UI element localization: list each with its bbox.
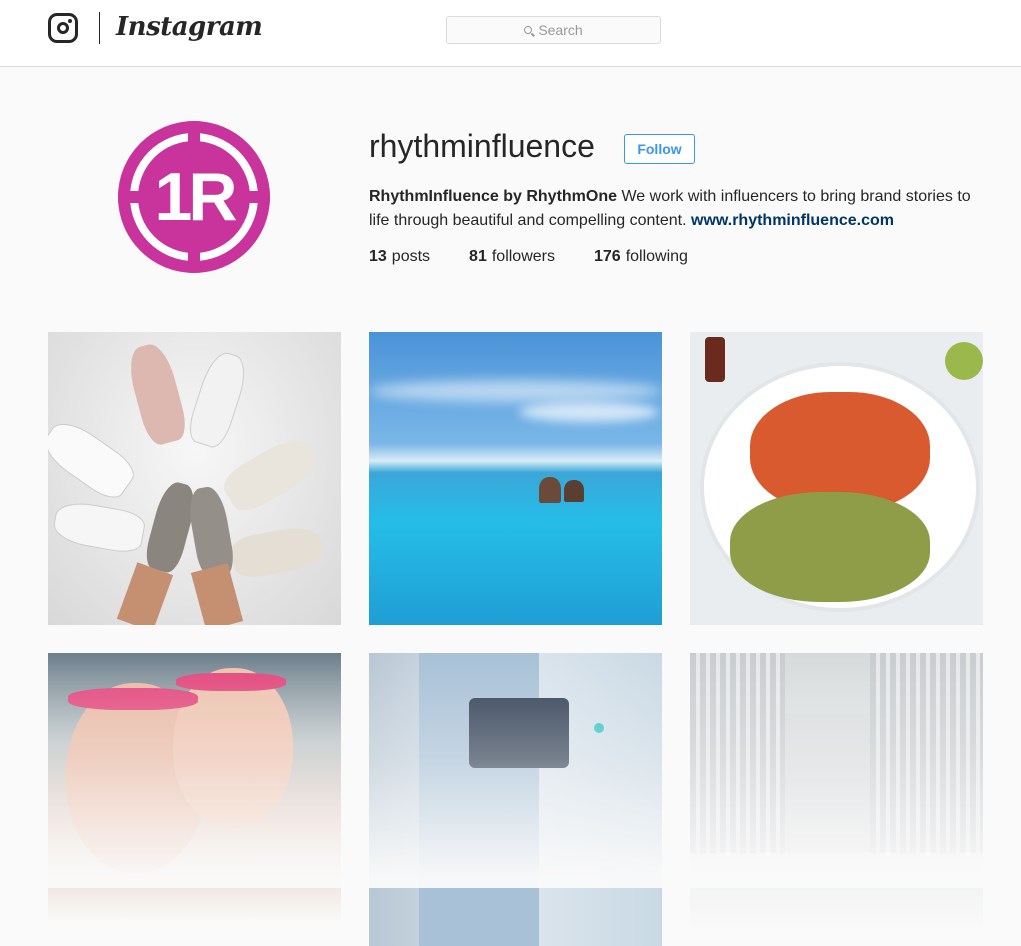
search-icon <box>524 26 533 34</box>
profile-username: rhythminfluence <box>369 128 595 164</box>
search-input[interactable]: Search <box>446 16 661 44</box>
stat-followers[interactable]: 81 followers <box>469 248 555 266</box>
post-handbag-street-photo[interactable] <box>369 653 662 946</box>
bio-link[interactable]: www.rhythminfluence.com <box>691 212 894 229</box>
logo-divider <box>99 12 100 44</box>
instagram-wordmark[interactable]: Instagram <box>116 12 263 42</box>
profile-avatar: 1R <box>118 121 270 273</box>
search-placeholder: Search <box>538 22 583 38</box>
profile-stats: 13 posts 81 followers 176 following <box>369 248 727 266</box>
post-sneakers-circle-photo[interactable] <box>48 332 341 625</box>
top-nav-bar: Instagram Search <box>0 0 1021 67</box>
profile-bio: RhythmInfluence by RhythmOne We work wit… <box>369 185 989 233</box>
post-lobster-platter-photo[interactable] <box>690 332 983 625</box>
follow-button[interactable]: Follow <box>624 134 695 164</box>
bio-name: RhythmInfluence by RhythmOne <box>369 188 618 205</box>
stat-following[interactable]: 176 following <box>594 248 688 266</box>
post-city-building-photo[interactable] <box>690 653 983 946</box>
avatar-logo-text: 1R <box>154 159 238 235</box>
post-runners-selfie-photo[interactable] <box>48 653 341 946</box>
instagram-camera-icon[interactable] <box>48 13 78 43</box>
stat-posts[interactable]: 13 posts <box>369 248 430 266</box>
post-infinity-pool-photo[interactable] <box>369 332 662 625</box>
